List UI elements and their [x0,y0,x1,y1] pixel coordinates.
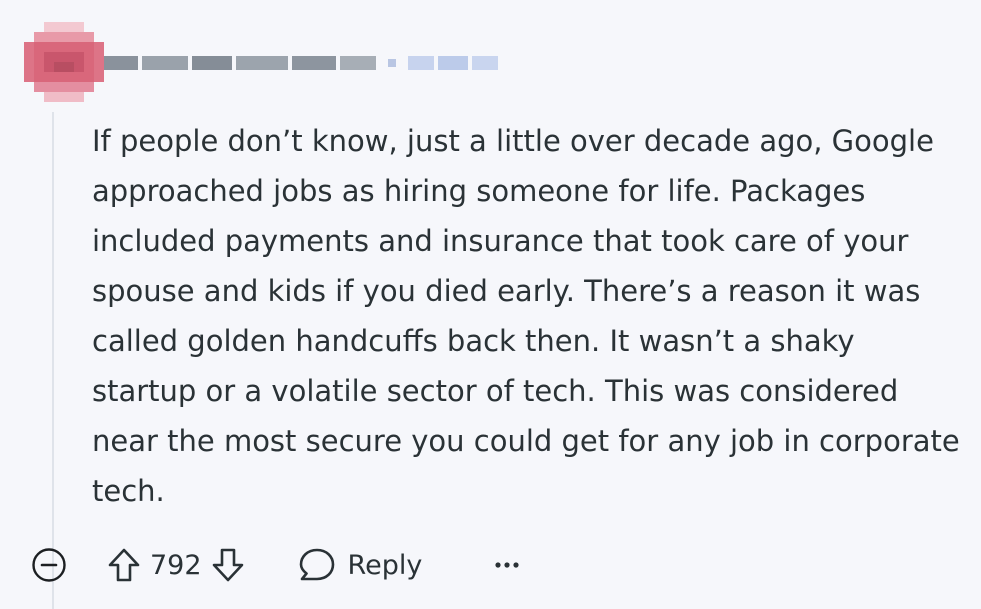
collapse-button[interactable] [30,546,68,584]
downvote-arrow-icon [212,548,243,582]
more-options-button[interactable] [492,545,522,585]
username-redacted[interactable] [104,52,498,74]
downvote-button[interactable] [208,545,248,585]
vote-group: 792 [104,545,248,585]
thread-line[interactable] [52,112,54,609]
comment-bubble-icon [299,548,334,581]
reply-label: Reply [347,549,423,581]
more-dots-icon [495,562,519,568]
upvote-button[interactable] [104,545,144,585]
comment: If people don’t know, just a little over… [0,0,981,609]
comment-actions: 792 Reply [30,542,522,588]
collapse-minus-icon [32,548,66,582]
upvote-arrow-icon [108,548,140,582]
avatar[interactable] [24,22,104,102]
comment-body-text: If people don’t know, just a little over… [92,124,960,508]
reply-button[interactable]: Reply [298,547,423,583]
comment-body: If people don’t know, just a little over… [92,116,964,516]
vote-score: 792 [150,549,202,581]
